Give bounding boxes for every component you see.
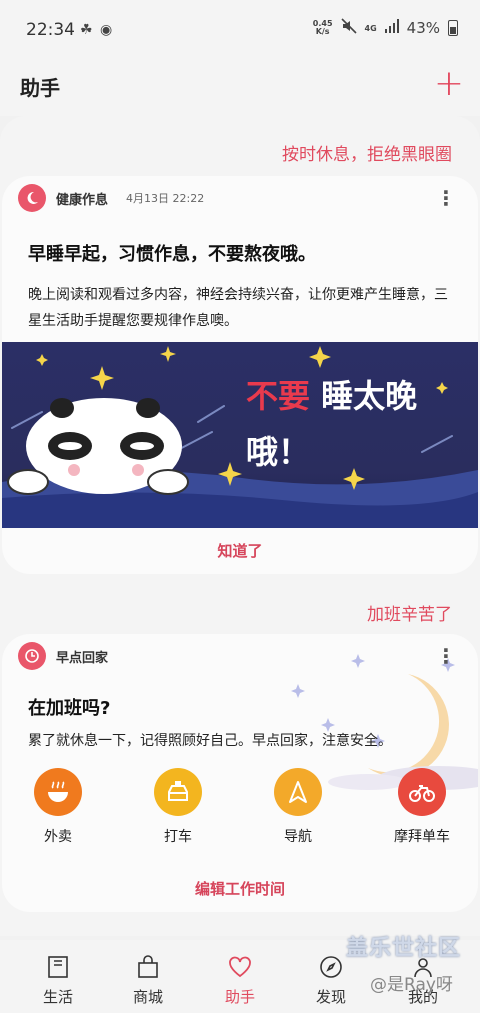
mute-icon xyxy=(340,18,357,38)
network-type: 4G xyxy=(364,23,377,33)
bowl-icon xyxy=(34,768,82,816)
status-right: 0.45 K/s 4G 43% xyxy=(313,18,458,38)
shortcut-bike[interactable]: 摩拜单车 xyxy=(374,768,470,846)
banner-white-text: 睡太晚 xyxy=(321,377,418,415)
card-title: 早睡早起，习惯作息，不要熬夜哦。 xyxy=(28,244,316,265)
card-app-name: 健康作息 xyxy=(56,192,109,208)
status-time: 22:34 xyxy=(26,20,75,40)
globe-icon: ◉ xyxy=(100,22,113,38)
add-button[interactable]: + xyxy=(434,64,464,104)
clock-icon xyxy=(18,642,46,670)
health-card: 健康作息 4月13日 22:22 ⋮ 早睡早起，习惯作息，不要熬夜哦。 晚上阅读… xyxy=(2,176,478,574)
nav-item-assistant[interactable]: 助手 xyxy=(200,952,280,1007)
shortcut-taxi[interactable]: 打车 xyxy=(130,768,226,846)
notification-icon: ☘ xyxy=(80,22,93,38)
got-it-button[interactable]: 知道了 xyxy=(2,540,478,561)
heart-icon xyxy=(200,952,280,982)
taxi-icon xyxy=(154,768,202,816)
more-options-icon[interactable]: ⋮ xyxy=(436,188,456,208)
card-body: 累了就休息一下，记得照顾好自己。早点回家，注意安全。 xyxy=(28,733,392,749)
net-speed: 0.45 K/s xyxy=(312,19,333,36)
shortcut-takeout[interactable]: 外卖 xyxy=(10,768,106,846)
watermark-user: @是Ray呀 xyxy=(370,975,453,995)
card-title: 在加班吗? xyxy=(28,698,111,719)
shopping-bag-icon xyxy=(108,952,188,982)
header: 助手 + xyxy=(0,60,480,116)
bookmark-icon xyxy=(18,952,98,982)
card-header: 健康作息 4月13日 22:22 xyxy=(18,184,204,212)
card-body: 晚上阅读和观看过多内容，神经会持续兴奋，让你更难产生睡意，三星生活助手提醒您要规… xyxy=(28,287,448,329)
navigation-icon xyxy=(274,768,322,816)
page-title: 助手 xyxy=(20,76,60,100)
battery-percent: 43% xyxy=(406,19,440,37)
moon-icon xyxy=(18,184,46,212)
status-bar: 22:34 ☘ ◉ 0.45 K/s 4G 43% xyxy=(0,0,480,60)
banner-red-text: 不要 xyxy=(246,377,311,415)
bike-icon xyxy=(398,768,446,816)
signal-icon xyxy=(384,19,399,37)
edit-work-hours-button[interactable]: 编辑工作时间 xyxy=(2,878,478,899)
nav-item-life[interactable]: 生活 xyxy=(18,952,98,1007)
card-date: 4月13日 22:22 xyxy=(126,192,205,205)
banner-line2: 哦！ xyxy=(246,433,311,471)
overtime-card: 早点回家 ⋮ 在加班吗? 累了就休息一下，记得照顾好自己。早点回家，注意安全。 … xyxy=(2,634,478,912)
battery-icon xyxy=(448,20,458,36)
watermark-logo: 盖乐世社区 xyxy=(346,936,462,961)
sleep-banner-image: 不要 睡太晚 哦！ xyxy=(2,342,478,528)
card-header: 早点回家 xyxy=(18,642,108,670)
section-heading: 按时休息，拒绝黑眼圈 xyxy=(282,145,452,165)
card-app-name: 早点回家 xyxy=(56,650,109,666)
nav-item-mall[interactable]: 商城 xyxy=(108,952,188,1007)
more-options-icon[interactable]: ⋮ xyxy=(436,646,456,666)
shortcut-navigation[interactable]: 导航 xyxy=(250,768,346,846)
section-heading-2: 加班辛苦了 xyxy=(367,605,452,625)
banner-text: 不要 睡太晚 哦！ xyxy=(246,368,417,480)
